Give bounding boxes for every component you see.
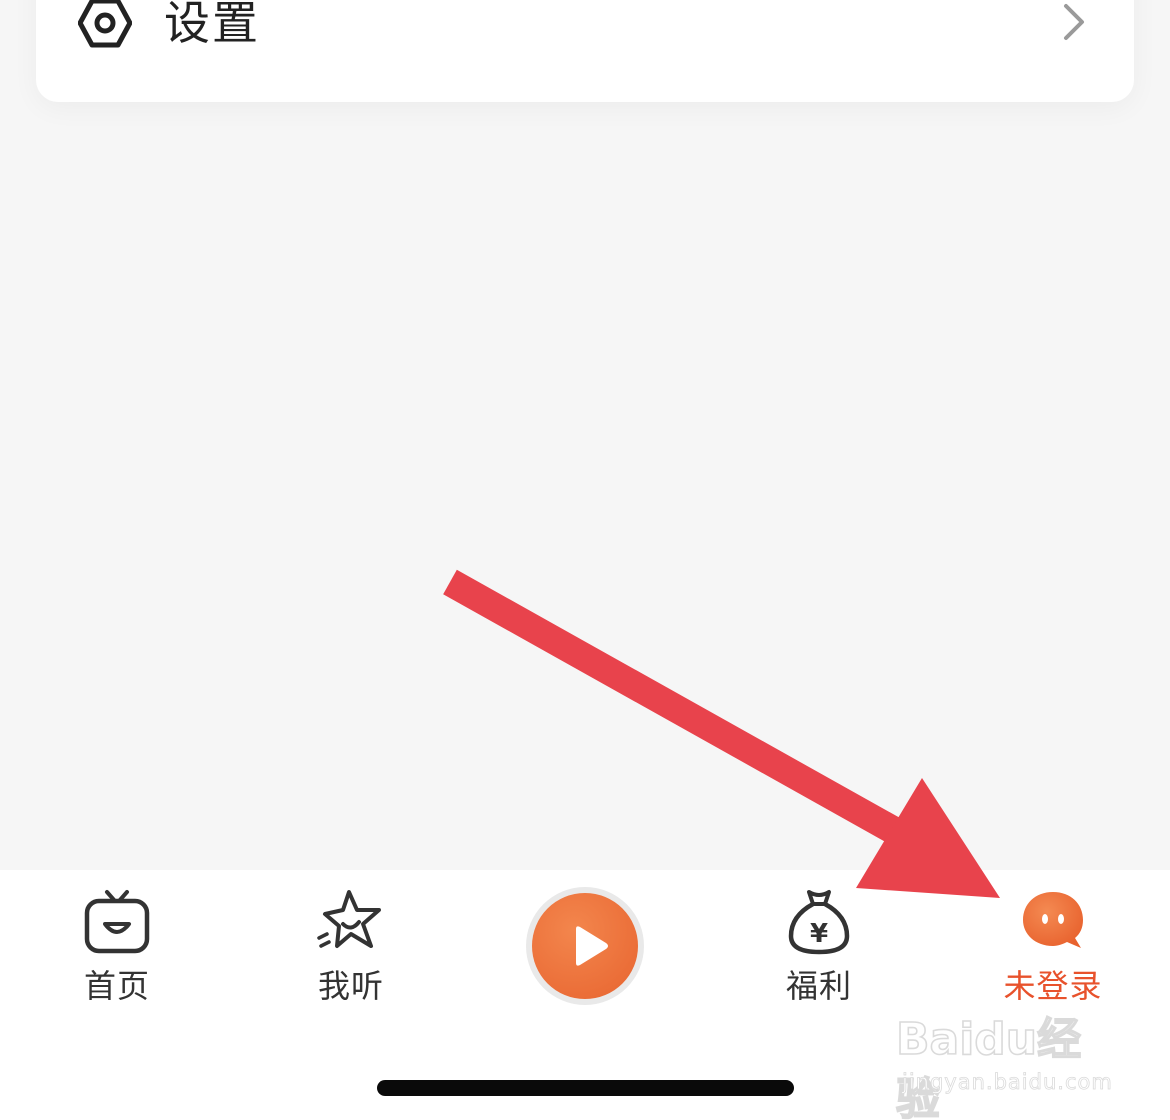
chat-avatar-icon <box>1023 892 1083 948</box>
chevron-right-icon <box>1064 4 1084 40</box>
play-button[interactable] <box>526 887 644 1005</box>
tab-home-label: 首页 <box>83 967 150 1005</box>
home-indicator <box>377 1080 794 1096</box>
tab-home[interactable]: 首页 <box>0 870 234 1020</box>
gear-icon <box>78 0 132 48</box>
svg-text:¥: ¥ <box>810 919 828 949</box>
play-button-inner <box>532 893 638 999</box>
tab-listen-label: 我听 <box>317 967 384 1005</box>
play-icon <box>576 926 608 966</box>
star-icon <box>317 890 381 948</box>
tab-welfare-label: 福利 <box>785 967 852 1005</box>
tv-face-icon <box>84 890 150 954</box>
app-screen: 设置 首页 我听 ¥ 福利 未登录 Baidu经验 jingyan.baidu.… <box>0 0 1170 1120</box>
settings-row[interactable]: 设置 <box>36 0 1134 70</box>
settings-label: 设置 <box>164 0 260 50</box>
settings-card: 设置 <box>36 0 1134 102</box>
money-bag-icon: ¥ <box>788 890 850 955</box>
tab-welfare[interactable]: ¥ 福利 <box>702 870 936 1020</box>
tab-profile-label: 未登录 <box>1003 967 1103 1005</box>
tab-profile[interactable]: 未登录 <box>936 870 1170 1020</box>
tab-listen[interactable]: 我听 <box>234 870 468 1020</box>
